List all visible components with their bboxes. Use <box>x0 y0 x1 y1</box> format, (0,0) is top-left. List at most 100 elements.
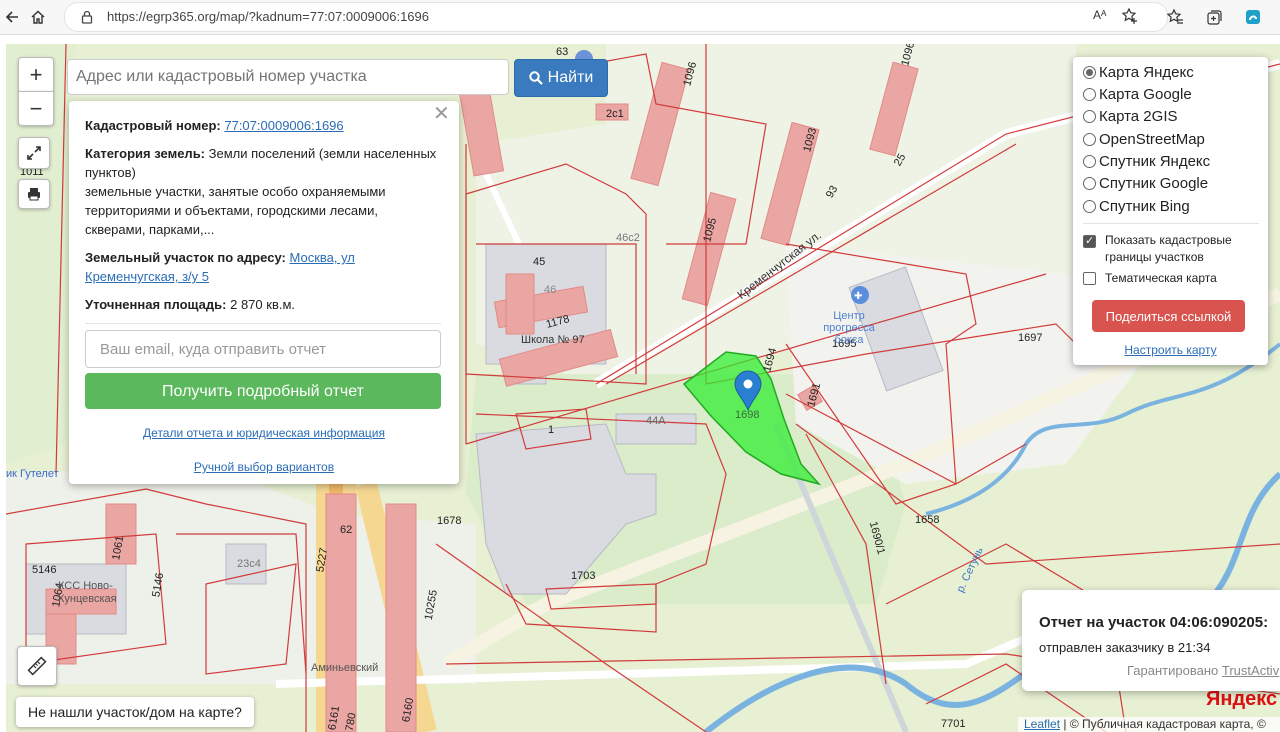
yandex-logo: Яндекс <box>1206 688 1278 710</box>
svg-text:✚: ✚ <box>854 291 862 302</box>
basemap-label: Спутник Google <box>1099 175 1209 192</box>
search-input[interactable] <box>67 59 509 95</box>
email-placeholder: Ваш email, куда отправить отчет <box>100 340 327 358</box>
parcel-label: 62 <box>340 524 353 536</box>
cadastral-link[interactable]: 77:07:0009006:1696 <box>224 118 343 133</box>
radio-icon[interactable] <box>1083 155 1096 168</box>
basemap-label: Спутник Bing <box>1099 198 1190 215</box>
cadastral-toggle[interactable]: Показать кадастровые границы участков <box>1083 232 1245 266</box>
zoom-out-label: − <box>29 95 43 121</box>
map-attribution: Leaflet | © Публичная кадастровая карта,… <box>1018 717 1280 732</box>
basemap-option[interactable]: Карта Яндекс <box>1083 64 1194 81</box>
home-icon[interactable] <box>25 4 51 30</box>
collections-icon[interactable] <box>1202 4 1228 30</box>
basemap-label: OpenStreetMap <box>1099 131 1205 148</box>
basemap-option[interactable]: Карта 2GIS <box>1083 108 1178 125</box>
basemap-option[interactable]: Спутник Bing <box>1083 198 1190 215</box>
details-link-row: Детали отчета и юридическая информация <box>69 424 459 443</box>
parcel-info-popup: ✕ Кадастровый номер: 77:07:0009006:1696 … <box>69 101 459 484</box>
details-link[interactable]: Детали отчета и юридическая информация <box>143 426 385 440</box>
parcel-label: 46с2 <box>616 232 640 244</box>
radio-icon[interactable] <box>1083 200 1096 213</box>
get-report-label: Получить подробный отчет <box>162 382 364 400</box>
divider <box>85 323 441 324</box>
basemap-option[interactable]: Карта Google <box>1083 86 1192 103</box>
parcel-label: 1697 <box>1018 332 1043 344</box>
zoom-out-button[interactable]: − <box>18 91 54 126</box>
parcel-label: 2с1 <box>606 108 624 120</box>
lock-icon[interactable] <box>81 10 93 29</box>
divider <box>1083 223 1259 224</box>
cadastral-label: Кадастровый номер: <box>85 118 221 133</box>
school-label: Школа № 97 <box>521 334 585 346</box>
address-bar[interactable]: https://egrp365.org/map/?kadnum=77:07:00… <box>64 2 1168 32</box>
radio-icon[interactable] <box>1083 177 1096 190</box>
search-icon <box>528 71 543 85</box>
layers-panel: Карта Яндекс Карта Google Карта 2GIS Ope… <box>1073 57 1268 365</box>
category-description: земельные участки, занятые особо охраняе… <box>85 184 386 237</box>
configure-map-link[interactable]: Настроить карту <box>1124 343 1216 357</box>
email-field[interactable]: Ваш email, куда отправить отчет <box>85 330 441 368</box>
basemap-option[interactable]: OpenStreetMap <box>1083 131 1205 148</box>
checkbox-checked-icon[interactable] <box>1083 233 1096 250</box>
basemap-option[interactable]: Спутник Яндекс <box>1083 153 1210 170</box>
favorite-icon[interactable] <box>1121 7 1139 30</box>
basemap-label: Спутник Яндекс <box>1099 153 1211 170</box>
search-button[interactable]: Найти <box>514 59 608 97</box>
fullscreen-icon[interactable] <box>18 137 50 169</box>
radio-selected-icon[interactable] <box>1083 66 1096 79</box>
share-link-button[interactable]: Поделиться ссылкой <box>1092 300 1245 332</box>
parcel-label: 23с4 <box>237 558 261 570</box>
browser-toolbar: https://egrp365.org/map/?kadnum=77:07:00… <box>0 0 1280 35</box>
manual-selection-link[interactable]: Ручной выбор вариантов <box>194 460 334 474</box>
poi-label: Центр прогресса бокса <box>823 310 875 346</box>
attribution-text: | © Публичная кадастровая карта, © <box>1063 717 1266 731</box>
address-row: Земельный участок по адресу: Москва, ул … <box>85 248 440 286</box>
radio-icon[interactable] <box>1083 133 1096 146</box>
share-link-label: Поделиться ссылкой <box>1105 308 1232 324</box>
favorites-icon[interactable] <box>1162 4 1188 30</box>
parcel-label: 1703 <box>571 570 596 582</box>
not-found-label: Не нашли участок/дом на карте? <box>28 704 242 720</box>
area-value: 2 870 кв.м. <box>230 297 296 312</box>
address-label: Земельный участок по адресу: <box>85 250 286 265</box>
read-aloud-icon[interactable]: Aᴬ <box>1093 8 1106 22</box>
edge-icon[interactable] <box>1240 4 1266 30</box>
manual-link-row: Ручной выбор вариантов <box>69 458 459 477</box>
guarantee-label: Гарантировано <box>1127 663 1219 678</box>
not-found-button[interactable]: Не нашли участок/дом на карте? <box>16 697 254 727</box>
report-notification: Отчет на участок 04:06:090205: отправлен… <box>1022 590 1280 691</box>
zoom-in-label: + <box>29 61 43 87</box>
parcel-label: 7701 <box>941 718 966 730</box>
radio-icon[interactable] <box>1083 88 1096 101</box>
place-label: ик Гутелет <box>6 468 59 480</box>
thematic-toggle[interactable]: Тематическая карта <box>1083 271 1217 285</box>
basemap-label: Карта Яндекс <box>1099 64 1194 81</box>
search-button-label: Найти <box>547 69 594 86</box>
place-label: КСС Ново-Кунцевская <box>58 580 117 605</box>
parcel-label: 1 <box>548 424 555 436</box>
area-row: Уточненная площадь: 2 870 кв.м. <box>85 295 440 314</box>
category-row: Категория земель: Земли поселений (земли… <box>85 144 440 239</box>
leaflet-link[interactable]: Leaflet <box>1024 717 1060 731</box>
radio-icon[interactable] <box>1083 110 1096 123</box>
get-report-button[interactable]: Получить подробный отчет <box>85 373 441 409</box>
basemap-option[interactable]: Спутник Google <box>1083 175 1208 192</box>
ruler-icon[interactable] <box>17 646 57 686</box>
checkbox-icon[interactable] <box>1083 271 1096 285</box>
zoom-in-button[interactable]: + <box>18 57 54 92</box>
parcel-label: 1658 <box>915 514 940 526</box>
back-icon[interactable] <box>0 4 26 30</box>
category-label: Категория земель: <box>85 146 206 161</box>
print-icon[interactable] <box>18 179 50 209</box>
cadastral-toggle-label: Показать кадастровые границы участков <box>1105 233 1232 264</box>
notification-title: Отчет на участок 04:06:090205: <box>1039 614 1269 631</box>
configure-row: Настроить карту <box>1073 343 1268 357</box>
parcel-label: 1678 <box>437 515 462 527</box>
basemap-label: Карта Google <box>1099 86 1192 103</box>
cadastral-row: Кадастровый номер: 77:07:0009006:1696 <box>85 116 440 135</box>
street-label: Аминьевский <box>311 662 379 674</box>
parcel-label: 44А <box>646 415 666 427</box>
trustactiv-link[interactable]: TrustActiv <box>1222 663 1279 678</box>
parcel-label: 63 <box>556 46 569 58</box>
